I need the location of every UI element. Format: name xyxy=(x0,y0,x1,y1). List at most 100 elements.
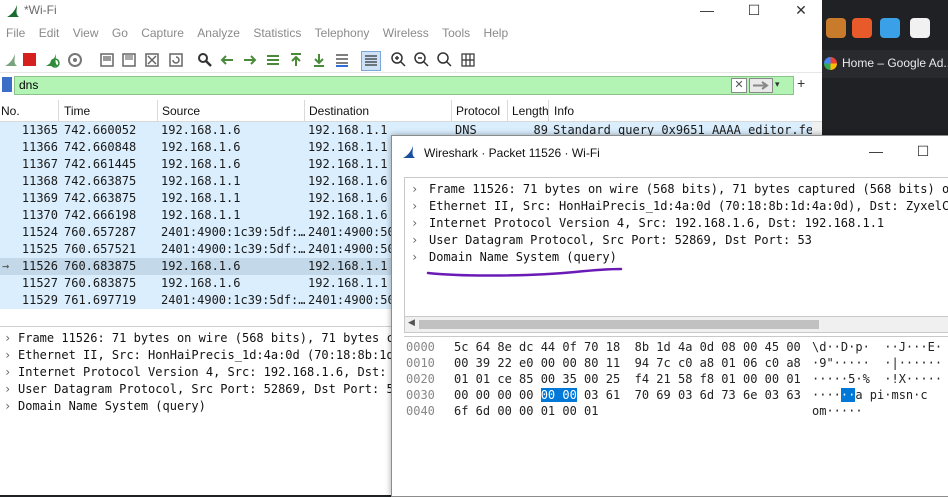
detail-row-ethernet[interactable]: › Ethernet II, Src: HonHaiPrecis_1d:4a:0d… xyxy=(4,348,401,362)
column-length[interactable]: Length xyxy=(512,104,549,118)
close-button[interactable]: ✕ xyxy=(778,0,824,22)
display-filter-input[interactable]: dns ✕ ▾ xyxy=(14,76,794,95)
menu-tools[interactable]: Tools xyxy=(442,26,470,40)
column-divider[interactable] xyxy=(304,100,305,121)
menu-bar: File Edit View Go Capture Analyze Statis… xyxy=(0,26,822,46)
expand-arrow-icon[interactable]: › xyxy=(411,233,429,247)
maximize-button[interactable]: ☐ xyxy=(731,0,777,22)
packet-window-minimize-button[interactable]: — xyxy=(853,141,899,163)
menu-view[interactable]: View xyxy=(73,26,99,40)
expand-arrow-icon[interactable]: › xyxy=(4,348,18,362)
open-file-icon[interactable] xyxy=(98,51,116,69)
stop-capture-icon[interactable] xyxy=(23,53,36,66)
packet-src: 192.168.1.6 xyxy=(161,276,241,290)
ascii-row[interactable]: om····· xyxy=(812,404,863,418)
menu-capture[interactable]: Capture xyxy=(141,26,184,40)
expand-arrow-icon[interactable]: › xyxy=(411,250,429,264)
menu-wireless[interactable]: Wireless xyxy=(383,26,429,40)
start-capture-icon[interactable] xyxy=(2,51,20,69)
expand-arrow-icon[interactable]: › xyxy=(411,182,429,196)
packet-time: 742.663875 xyxy=(64,191,137,205)
tree-horizontal-scrollbar[interactable]: ◀ xyxy=(404,316,948,333)
packet-window-maximize-button[interactable]: ☐ xyxy=(900,141,946,163)
bookmark-icon[interactable] xyxy=(2,77,12,92)
ascii-row[interactable]: ······a pi·msn·c xyxy=(812,388,928,402)
go-forward-icon[interactable] xyxy=(241,51,259,69)
hex-highlight[interactable]: 00 00 xyxy=(540,388,577,402)
column-destination[interactable]: Destination xyxy=(309,104,369,118)
extension-cookie-icon[interactable] xyxy=(826,18,846,38)
detail-row-frame[interactable]: › Frame 11526: 71 bytes on wire (568 bits… xyxy=(4,331,401,345)
hex-bytes-row[interactable]: 00 39 22 e0 00 00 80 11 94 7c c0 a8 01 0… xyxy=(454,356,801,370)
expand-arrow-icon[interactable]: › xyxy=(411,216,429,230)
clear-filter-icon[interactable]: ✕ xyxy=(731,78,747,93)
tree-row-ipv4[interactable]: › Internet Protocol Version 4, Src: 192.1… xyxy=(411,216,884,230)
restart-capture-icon[interactable] xyxy=(43,51,61,69)
tree-row-udp[interactable]: › User Datagram Protocol, Src Port: 52869… xyxy=(411,233,812,247)
go-to-packet-icon[interactable] xyxy=(264,51,282,69)
ascii-highlight[interactable]: ·· xyxy=(840,388,856,402)
column-info[interactable]: Info xyxy=(554,104,574,118)
find-packet-icon[interactable] xyxy=(196,51,214,69)
save-file-icon[interactable] xyxy=(120,51,138,69)
auto-scroll-icon[interactable] xyxy=(333,51,351,69)
colorize-icon[interactable] xyxy=(361,51,381,71)
column-divider[interactable] xyxy=(507,100,508,121)
zoom-out-icon[interactable] xyxy=(413,51,431,69)
column-protocol[interactable]: Protocol xyxy=(456,104,500,118)
ascii-row[interactable]: ·····5·% ·!X····· xyxy=(812,372,942,386)
extension-edit-icon[interactable] xyxy=(852,18,872,38)
menu-analyze[interactable]: Analyze xyxy=(197,26,240,40)
extension-info-icon[interactable] xyxy=(910,18,930,38)
expand-arrow-icon[interactable]: › xyxy=(411,199,429,213)
browser-tab[interactable]: Home – Google Ad... xyxy=(822,50,948,78)
column-source[interactable]: Source xyxy=(162,104,200,118)
go-back-icon[interactable] xyxy=(218,51,236,69)
capture-options-icon[interactable] xyxy=(66,51,84,69)
expand-arrow-icon[interactable]: › xyxy=(4,399,18,413)
filter-dropdown-icon[interactable]: ▾ xyxy=(775,79,780,90)
expand-arrow-icon[interactable]: › xyxy=(4,382,18,396)
minimize-button[interactable]: — xyxy=(684,0,730,22)
reload-file-icon[interactable] xyxy=(167,51,185,69)
menu-help[interactable]: Help xyxy=(483,26,508,40)
hex-bytes-row[interactable]: 6f 6d 00 00 01 00 01 xyxy=(454,404,599,418)
detail-row-ipv4[interactable]: › Internet Protocol Version 4, Src: 192.1… xyxy=(4,365,401,379)
column-no[interactable]: No. xyxy=(1,104,20,118)
ascii-row[interactable]: ·9"····· ·|······ xyxy=(812,356,942,370)
tree-row-dns[interactable]: › Domain Name System (query) xyxy=(411,250,617,264)
close-file-icon[interactable] xyxy=(143,51,161,69)
add-filter-button[interactable]: + xyxy=(797,75,805,91)
menu-statistics[interactable]: Statistics xyxy=(253,26,301,40)
menu-telephony[interactable]: Telephony xyxy=(315,26,370,40)
resize-columns-icon[interactable] xyxy=(459,51,477,69)
apply-filter-icon[interactable] xyxy=(749,78,773,93)
hex-offset: 0000 xyxy=(406,340,435,354)
ascii-row[interactable]: \d··D·p· ··J···E· xyxy=(812,340,942,354)
column-divider[interactable] xyxy=(58,100,59,121)
menu-go[interactable]: Go xyxy=(112,26,128,40)
zoom-in-icon[interactable] xyxy=(390,51,408,69)
tree-row-ethernet[interactable]: › Ethernet II, Src: HonHaiPrecis_1d:4a:0d… xyxy=(411,199,948,213)
hex-bytes-row[interactable]: 00 00 00 00 00 00 03 61 70 69 03 6d 73 6… xyxy=(454,388,801,402)
hex-bytes-row[interactable]: 5c 64 8e dc 44 0f 70 18 8b 1d 4a 0d 08 0… xyxy=(454,340,801,354)
first-packet-icon[interactable] xyxy=(287,51,305,69)
expand-arrow-icon[interactable]: › xyxy=(4,331,18,345)
filter-text[interactable]: dns xyxy=(19,78,38,92)
hex-bytes-row[interactable]: 01 01 ce 85 00 35 00 25 f4 21 58 f8 01 0… xyxy=(454,372,801,386)
detail-row-dns[interactable]: › Domain Name System (query) xyxy=(4,399,206,413)
column-time[interactable]: Time xyxy=(64,104,90,118)
menu-file[interactable]: File xyxy=(6,26,25,40)
column-divider[interactable] xyxy=(548,100,549,121)
normal-size-icon[interactable] xyxy=(436,51,454,69)
last-packet-icon[interactable] xyxy=(310,51,328,69)
detail-row-udp[interactable]: › User Datagram Protocol, Src Port: 52869… xyxy=(4,382,401,396)
scroll-left-icon[interactable]: ◀ xyxy=(408,317,415,328)
expand-arrow-icon[interactable]: › xyxy=(4,365,18,379)
extension-cloud-icon[interactable] xyxy=(880,18,900,38)
column-divider[interactable] xyxy=(157,100,158,121)
scrollbar-thumb[interactable] xyxy=(419,320,819,329)
tree-row-frame[interactable]: › Frame 11526: 71 bytes on wire (568 bits… xyxy=(411,182,948,196)
column-divider[interactable] xyxy=(451,100,452,121)
menu-edit[interactable]: Edit xyxy=(39,26,60,40)
